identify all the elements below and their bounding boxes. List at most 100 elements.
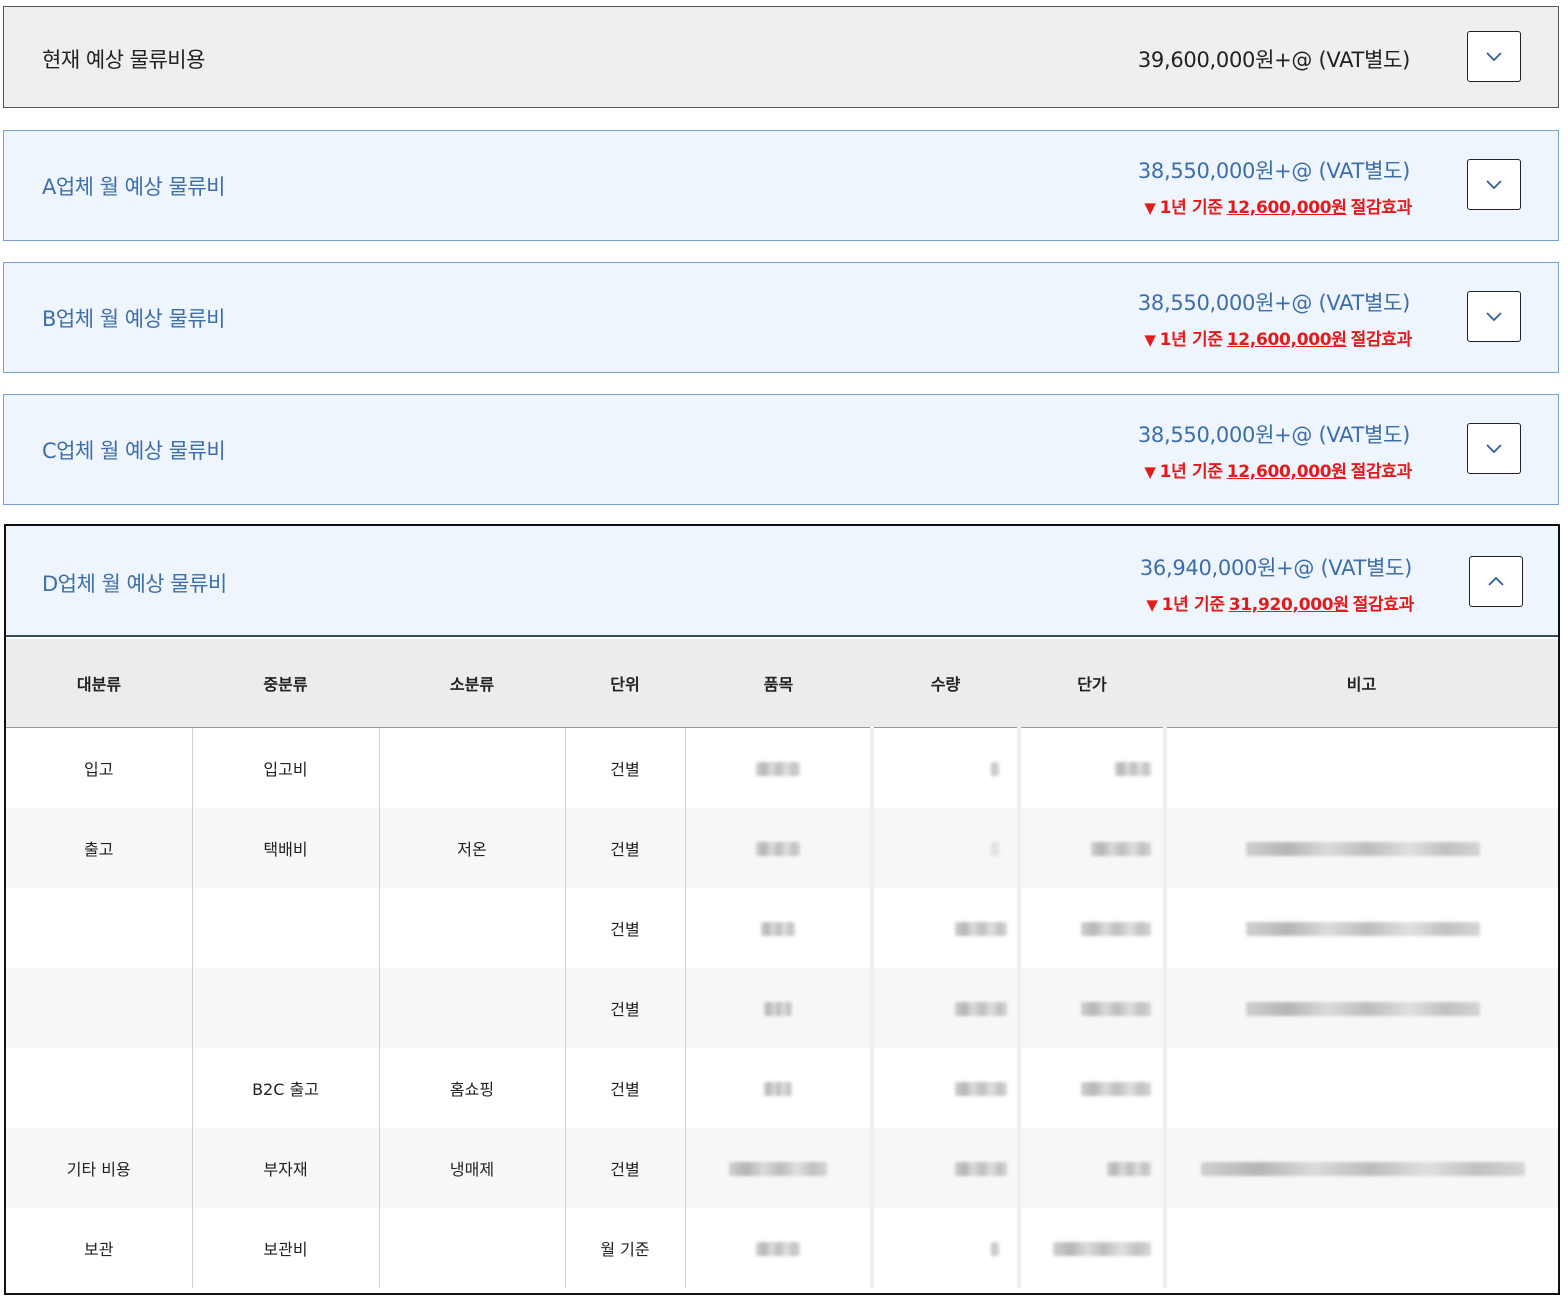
- vendor-c-saving: ▼ 1년 기준 12,600,000원 절감효과: [1144, 457, 1412, 482]
- saving-prefix: 1년 기준: [1159, 462, 1223, 482]
- table-row: 건별: [6, 888, 1558, 968]
- saving-suffix: 절감효과: [1350, 330, 1413, 350]
- cell-quantity-redacted: [872, 727, 1021, 808]
- cell-price-redacted: [1019, 808, 1167, 888]
- cell-item-redacted: [685, 727, 874, 808]
- cell-note-redacted: [1165, 1128, 1558, 1208]
- table-row: 건별: [6, 968, 1558, 1048]
- header-minor-category: 소분류: [379, 639, 565, 728]
- saving-suffix: 절감효과: [1352, 595, 1415, 615]
- vendor-c-title: C업체 월 예상 물류비: [42, 439, 226, 463]
- header-major-category: 대분류: [6, 639, 192, 728]
- cell-price-redacted: [1019, 727, 1167, 808]
- header-unit: 단위: [565, 639, 685, 728]
- saving-prefix: 1년 기준: [1159, 330, 1223, 350]
- header-note: 비고: [1165, 639, 1558, 728]
- vendor-d-toggle-button[interactable]: [1469, 556, 1523, 607]
- cell-quantity-redacted: [872, 1128, 1021, 1208]
- table-header-row: 대분류 중분류 소분류 단위 품목 수량 단가 비고: [6, 639, 1558, 728]
- cell-quantity-redacted: [872, 1208, 1021, 1288]
- vendor-a-toggle-button[interactable]: [1467, 159, 1521, 210]
- table-row: 보관 보관비 월 기준: [6, 1208, 1558, 1288]
- table-row: 기타 비용 부자재 냉매제 건별: [6, 1128, 1558, 1208]
- cell-unit: 건별: [565, 808, 686, 888]
- vendor-d-title: D업체 월 예상 물류비: [42, 572, 227, 596]
- cell-quantity-redacted: [872, 1048, 1021, 1128]
- chevron-up-icon: [1488, 576, 1504, 586]
- cell-major: 보관: [6, 1208, 193, 1288]
- vendor-b-toggle-button[interactable]: [1467, 291, 1521, 342]
- cell-price-redacted: [1019, 888, 1167, 968]
- cell-mid: 부자재: [192, 1128, 380, 1208]
- saving-amount: 12,600,000원: [1226, 462, 1347, 482]
- vendor-a-title: A업체 월 예상 물류비: [42, 175, 225, 199]
- table-row: 입고 입고비 건별: [6, 727, 1558, 809]
- cell-item-redacted: [685, 1048, 874, 1128]
- vendor-d-header: D업체 월 예상 물류비 36,940,000원+@ (VAT별도) ▼ 1년 기…: [6, 526, 1558, 637]
- current-cost-panel: 현재 예상 물류비용 39,600,000원+@ (VAT별도): [3, 6, 1559, 108]
- cell-unit: 건별: [565, 727, 686, 808]
- vendor-c-panel: C업체 월 예상 물류비 38,550,000원+@ (VAT별도) ▼ 1년 기…: [3, 394, 1559, 505]
- saving-prefix: 1년 기준: [1159, 198, 1223, 218]
- chevron-down-icon: [1486, 180, 1502, 190]
- cell-mid: 입고비: [192, 727, 380, 808]
- cell-note-redacted: [1165, 888, 1558, 968]
- cell-note: [1165, 1208, 1558, 1288]
- current-cost-toggle-button[interactable]: [1467, 31, 1521, 82]
- header-item: 품목: [685, 639, 872, 728]
- cell-minor: 저온: [379, 808, 566, 888]
- vendor-a-saving: ▼ 1년 기준 12,600,000원 절감효과: [1144, 193, 1412, 218]
- cell-item-redacted: [685, 968, 874, 1048]
- vendor-c-amount: 38,550,000원+@ (VAT별도): [1137, 423, 1410, 447]
- cell-major: 입고: [6, 727, 193, 808]
- triangle-down-icon: ▼: [1144, 199, 1156, 217]
- cell-minor: 홈쇼핑: [379, 1048, 566, 1128]
- cell-unit: 건별: [565, 968, 686, 1048]
- cell-minor: [379, 727, 566, 808]
- cell-item-redacted: [685, 888, 874, 968]
- cell-unit: 건별: [565, 1128, 686, 1208]
- chevron-down-icon: [1486, 52, 1502, 62]
- cell-quantity-redacted: [872, 808, 1021, 888]
- vendor-a-panel: A업체 월 예상 물류비 38,550,000원+@ (VAT별도) ▼ 1년 기…: [3, 130, 1559, 241]
- cell-note-redacted: [1165, 808, 1558, 888]
- cell-price-redacted: [1019, 1128, 1167, 1208]
- table-row: 출고 택배비 저온 건별: [6, 808, 1558, 888]
- header-mid-category: 중분류: [192, 639, 379, 728]
- cell-item-redacted: [685, 1208, 874, 1288]
- cell-major: [6, 1048, 193, 1128]
- vendor-a-amount: 38,550,000원+@ (VAT별도): [1137, 159, 1410, 183]
- vendor-d-saving: ▼ 1년 기준 31,920,000원 절감효과: [1146, 590, 1414, 615]
- triangle-down-icon: ▼: [1144, 331, 1156, 349]
- cell-unit: 건별: [565, 888, 686, 968]
- cell-minor: [379, 968, 566, 1048]
- vendor-b-title: B업체 월 예상 물류비: [42, 307, 226, 331]
- vendor-d-panel: D업체 월 예상 물류비 36,940,000원+@ (VAT별도) ▼ 1년 기…: [4, 524, 1560, 1295]
- cell-quantity-redacted: [872, 968, 1021, 1048]
- cell-major: [6, 968, 193, 1048]
- saving-suffix: 절감효과: [1350, 462, 1413, 482]
- table-row: B2C 출고 홈쇼핑 건별: [6, 1048, 1558, 1128]
- vendor-d-amount: 36,940,000원+@ (VAT별도): [1139, 556, 1412, 580]
- vendor-c-toggle-button[interactable]: [1467, 423, 1521, 474]
- cell-unit: 건별: [565, 1048, 686, 1128]
- chevron-down-icon: [1486, 444, 1502, 454]
- header-quantity: 수량: [872, 639, 1019, 728]
- cell-mid: 보관비: [192, 1208, 380, 1288]
- header-unit-price: 단가: [1019, 639, 1165, 728]
- cell-minor: [379, 1208, 566, 1288]
- current-cost-amount: 39,600,000원+@ (VAT별도): [1137, 48, 1410, 72]
- cell-minor: [379, 888, 566, 968]
- saving-amount: 12,600,000원: [1226, 330, 1347, 350]
- cell-note: [1165, 1048, 1558, 1128]
- vendor-b-amount: 38,550,000원+@ (VAT별도): [1137, 291, 1410, 315]
- cell-minor: 냉매제: [379, 1128, 566, 1208]
- cell-price-redacted: [1019, 968, 1167, 1048]
- cell-unit: 월 기준: [565, 1208, 686, 1288]
- cell-note: [1165, 728, 1558, 809]
- cell-price-redacted: [1019, 1208, 1167, 1288]
- saving-amount: 31,920,000원: [1228, 595, 1349, 615]
- cell-mid: [192, 968, 380, 1048]
- current-cost-title: 현재 예상 물류비용: [42, 48, 205, 72]
- triangle-down-icon: ▼: [1144, 463, 1156, 481]
